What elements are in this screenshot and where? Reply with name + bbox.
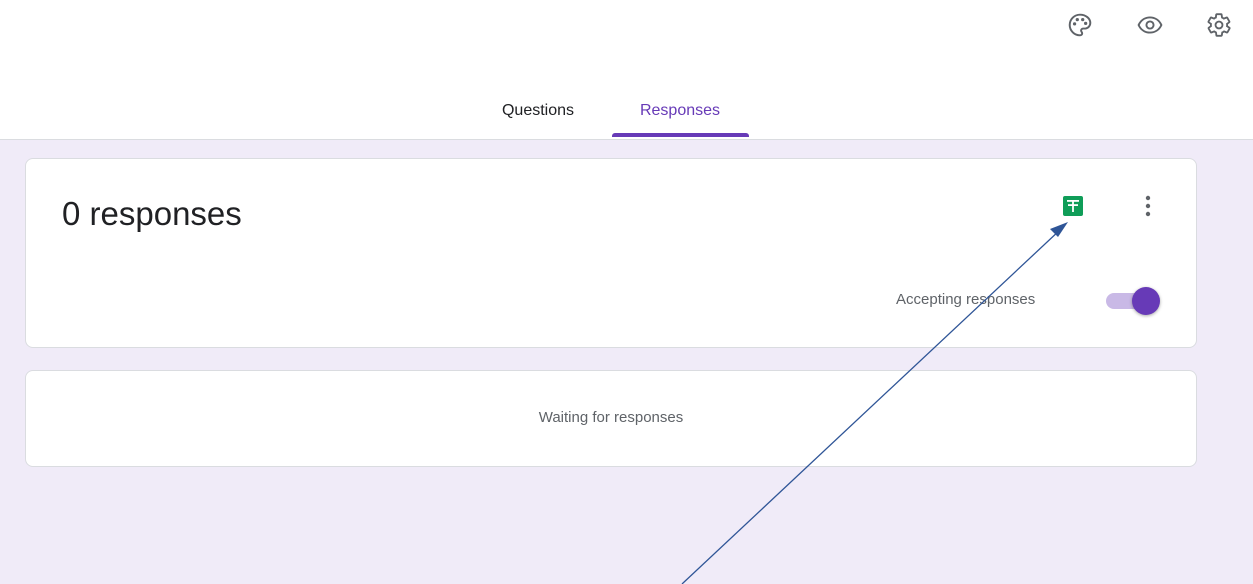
accepting-responses-label: Accepting responses xyxy=(896,291,1036,308)
accepting-responses-toggle[interactable] xyxy=(1104,287,1164,315)
link-to-sheets-button[interactable] xyxy=(1060,193,1086,219)
sheets-icon xyxy=(1063,196,1083,216)
tab-questions[interactable]: Questions xyxy=(476,96,600,139)
waiting-card: Waiting for responses xyxy=(25,370,1197,467)
response-count: 0 responses xyxy=(62,195,242,232)
gear-icon[interactable] xyxy=(1202,8,1236,42)
responses-summary-card: 0 responses Accepting responses xyxy=(25,158,1197,348)
header: Questions Responses xyxy=(0,0,1253,140)
more-vert-icon xyxy=(1145,195,1151,217)
toggle-knob xyxy=(1132,287,1160,315)
palette-icon[interactable] xyxy=(1063,8,1097,42)
waiting-message: Waiting for responses xyxy=(538,409,684,426)
eye-icon[interactable] xyxy=(1133,8,1167,42)
active-tab-indicator xyxy=(612,133,749,137)
more-options-button[interactable] xyxy=(1133,191,1163,221)
responses-content: 0 responses Accepting responses Waiting … xyxy=(0,140,1253,584)
forms-responses-page: Questions Responses 0 responses Acceptin… xyxy=(0,0,1253,584)
